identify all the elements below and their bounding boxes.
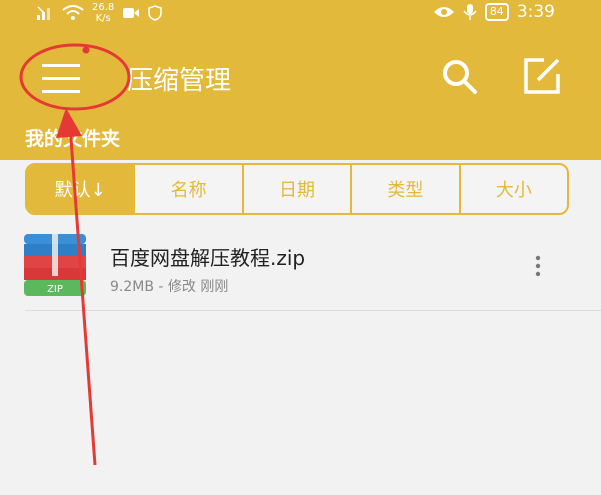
status-bar: 26.8 K/s 84 3:39 [0, 0, 601, 30]
wifi-icon [62, 5, 84, 20]
sort-tab-date[interactable]: 日期 [244, 165, 353, 213]
eye-icon [433, 7, 454, 17]
folder-label: 我的文件夹 [25, 128, 121, 150]
speed-value: 26.8 [92, 2, 115, 13]
file-meta: 9.2MB - 修改 刚刚 [110, 279, 229, 295]
video-icon [123, 8, 140, 18]
signal-icon [37, 6, 50, 20]
status-left: 26.8 K/s [36, 2, 163, 24]
app-bar: 压缩管理 [0, 46, 601, 106]
sort-tab-size[interactable]: 大小 [461, 165, 567, 213]
battery-indicator: 84 [484, 3, 509, 21]
sort-tabs: 默认↓ 名称 日期 类型 大小 [25, 163, 569, 215]
search-icon[interactable] [439, 56, 479, 96]
page-title: 压缩管理 [127, 66, 232, 96]
mic-icon [463, 4, 477, 20]
list-divider [25, 310, 601, 311]
status-time: 3:39 [516, 2, 555, 22]
zip-file-icon: ZIP [24, 234, 86, 296]
zip-label: ZIP [47, 284, 63, 295]
sort-tab-type[interactable]: 类型 [352, 165, 461, 213]
shield-icon [148, 5, 163, 21]
more-options-icon[interactable] [530, 254, 546, 278]
menu-icon[interactable] [40, 56, 84, 100]
sort-tab-default[interactable]: 默认↓ [27, 165, 136, 213]
speed-unit: K/s [95, 13, 111, 24]
sort-tab-name[interactable]: 名称 [135, 165, 244, 213]
app-header: 26.8 K/s 84 3:39 压缩管理 我的文件夹 [0, 0, 601, 160]
net-speed: 26.8 K/s [92, 2, 114, 24]
status-right: 84 3:39 [433, 2, 555, 22]
edit-icon[interactable] [522, 56, 562, 96]
file-name: 百度网盘解压教程.zip [110, 246, 306, 270]
file-list-item[interactable]: ZIP 百度网盘解压教程.zip 9.2MB - 修改 刚刚 [0, 226, 601, 310]
